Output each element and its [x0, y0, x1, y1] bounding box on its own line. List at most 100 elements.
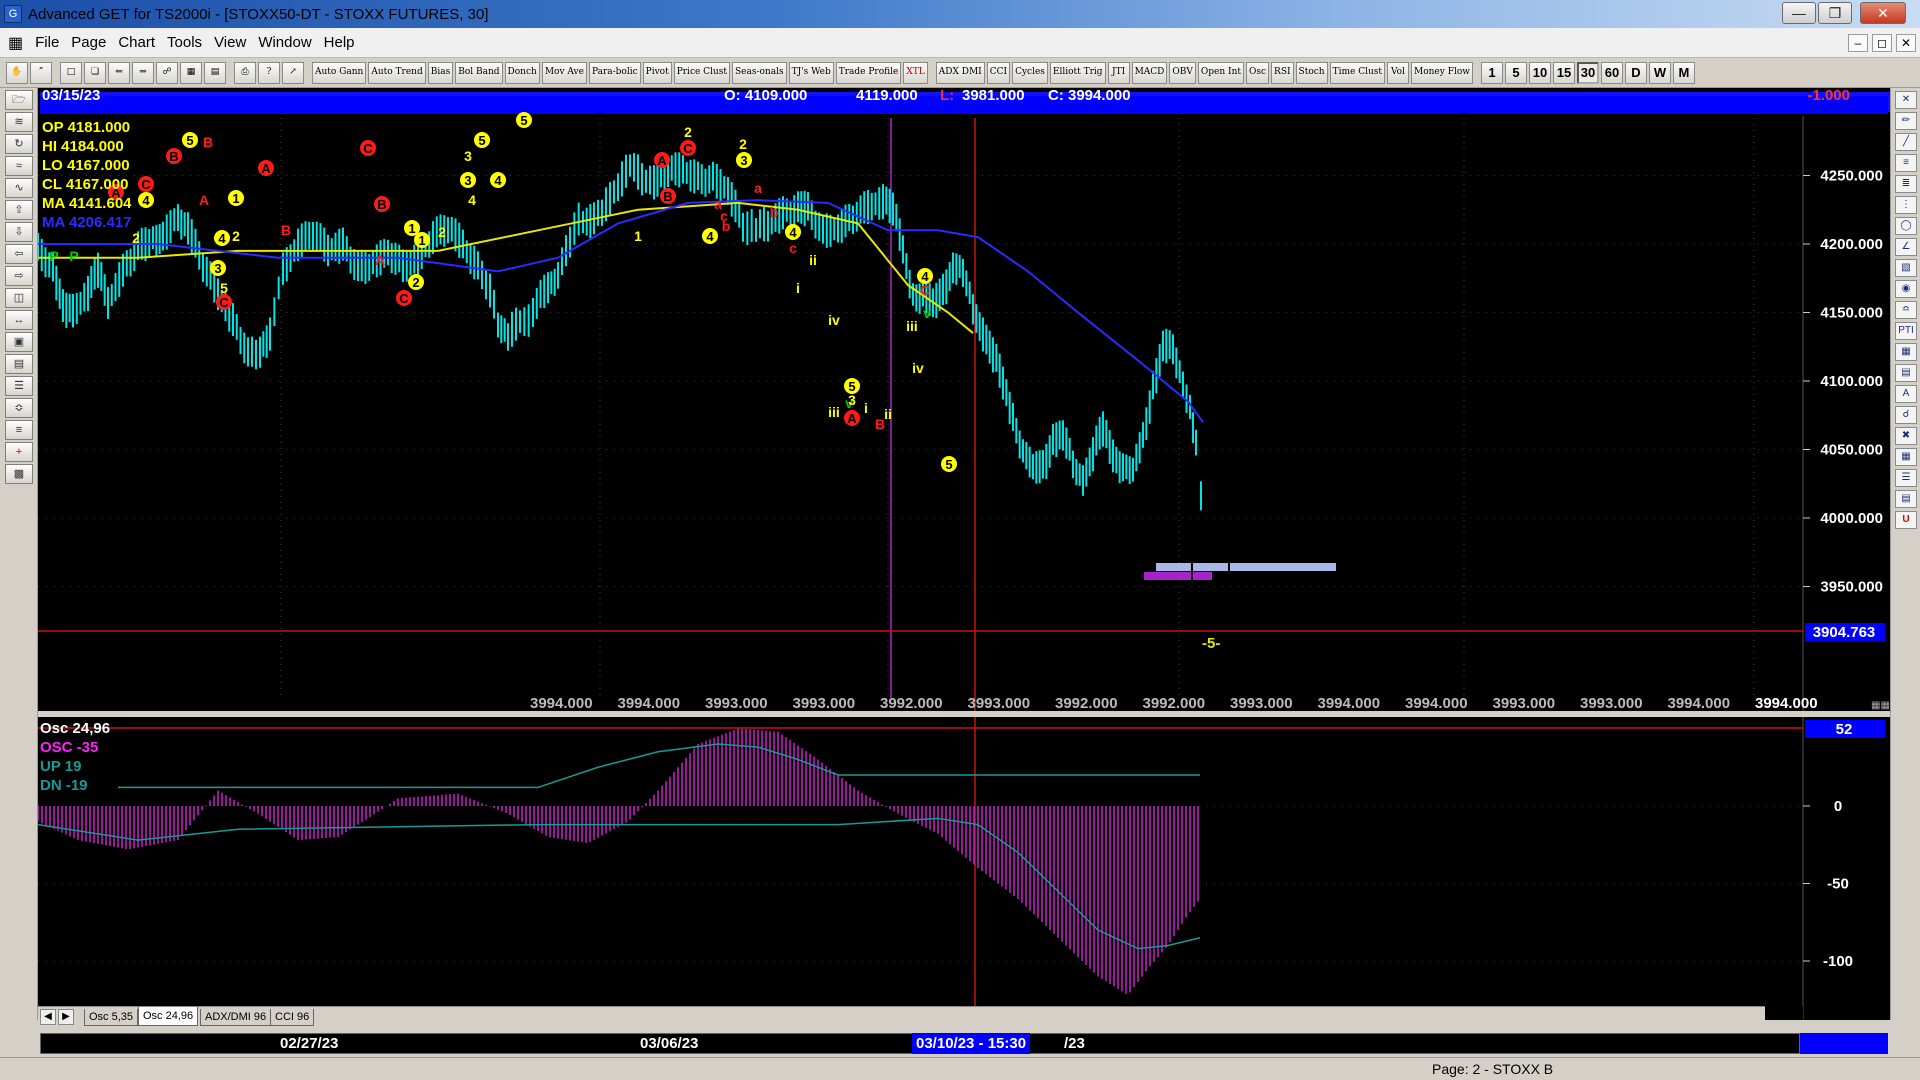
- period-daily[interactable]: D: [1624, 61, 1647, 84]
- split-icon[interactable]: ↔: [5, 310, 33, 330]
- tb-adx-dmi[interactable]: ADX DMI: [935, 61, 985, 84]
- menu-chart[interactable]: Chart: [118, 34, 155, 51]
- circle-tool-icon[interactable]: ◯: [1895, 217, 1917, 235]
- grid-lines-icon[interactable]: ▤: [5, 354, 33, 374]
- tb-tjs-web[interactable]: TJ's Web: [788, 61, 834, 84]
- reset-icon[interactable]: ↻: [5, 134, 33, 154]
- minimize-button[interactable]: —: [1782, 2, 1816, 24]
- menu-file[interactable]: File: [35, 34, 59, 51]
- pti-icon[interactable]: PTI: [1895, 322, 1917, 340]
- tb-auto-trend[interactable]: Auto Trend: [368, 61, 426, 84]
- tab-cci-96[interactable]: CCI 96: [270, 1009, 315, 1026]
- quote-tool-icon[interactable]: ”: [30, 61, 52, 84]
- menu-help[interactable]: Help: [324, 34, 355, 51]
- chart-area[interactable]: 03/15/23 O: 4109.000 4119.000 L: 3981.00…: [37, 87, 1892, 1024]
- period-1[interactable]: 1: [1480, 61, 1503, 84]
- tab-scroll-right[interactable]: ▶: [58, 1009, 74, 1025]
- bars-icon[interactable]: ◫: [5, 288, 33, 308]
- fib-icon[interactable]: ≡: [5, 420, 33, 440]
- line-tool-icon[interactable]: ╱: [1895, 133, 1917, 151]
- tb-price-clust[interactable]: Price Clust: [673, 61, 730, 84]
- tab-osc-5-35[interactable]: Osc 5,35: [84, 1009, 139, 1026]
- period-5[interactable]: 5: [1504, 61, 1527, 84]
- mdi-minimize-button[interactable]: –: [1848, 34, 1868, 52]
- ellipse-tool-icon[interactable]: ◉: [1895, 280, 1917, 298]
- tab-adx-dmi-96[interactable]: ADX/DMI 96: [200, 1009, 272, 1026]
- tb-rsi[interactable]: RSI: [1271, 61, 1294, 84]
- fan-tool-icon[interactable]: ∠: [1895, 238, 1917, 256]
- period-30[interactable]: 30: [1576, 61, 1599, 84]
- tab-osc-24-96[interactable]: Osc 24,96: [138, 1007, 199, 1026]
- tb-vol[interactable]: Vol: [1387, 61, 1409, 84]
- tb-mov-ave[interactable]: Mov Ave: [541, 61, 587, 84]
- tb-trade-profile[interactable]: Trade Profile: [835, 61, 902, 84]
- tb-jti[interactable]: JTI: [1107, 61, 1130, 84]
- fib-ret-icon[interactable]: ≡: [1895, 154, 1917, 172]
- fib-ext-icon[interactable]: ≣: [1895, 175, 1917, 193]
- tb-cci[interactable]: CCI: [986, 61, 1011, 84]
- period-monthly[interactable]: M: [1672, 61, 1695, 84]
- copy-icon[interactable]: ❏: [84, 61, 106, 84]
- forward-icon[interactable]: ⇒: [132, 61, 154, 84]
- arrow-right-icon[interactable]: ⇨: [5, 266, 33, 286]
- tb-xtl[interactable]: XTL: [903, 61, 928, 84]
- gann-icon[interactable]: ≎: [5, 398, 33, 418]
- zoom-icon[interactable]: ▣: [5, 332, 33, 352]
- text-tool-icon[interactable]: A: [1895, 385, 1917, 403]
- period-15[interactable]: 15: [1552, 61, 1575, 84]
- new-page-icon[interactable]: □: [60, 61, 82, 84]
- period-10[interactable]: 10: [1528, 61, 1551, 84]
- tab-scroll-left[interactable]: ◀: [40, 1009, 56, 1025]
- open-folder-icon[interactable]: 🗁: [5, 90, 33, 110]
- gann-fan-icon[interactable]: ≏: [1895, 301, 1917, 319]
- tb-donch[interactable]: Donch: [504, 61, 540, 84]
- pencil-tool-icon[interactable]: ✏: [1895, 112, 1917, 130]
- mob-tool-icon[interactable]: ▤: [1895, 364, 1917, 382]
- close-button[interactable]: ✕: [1860, 2, 1906, 24]
- table-tool-icon[interactable]: ▦: [1895, 448, 1917, 466]
- eraser-icon[interactable]: ✖: [1895, 427, 1917, 445]
- study-icon[interactable]: ≈: [5, 156, 33, 176]
- tb-elliott-trig[interactable]: Elliott Trig: [1049, 61, 1106, 84]
- undo-icon[interactable]: U: [1895, 511, 1917, 529]
- lines-icon[interactable]: ☰: [5, 376, 33, 396]
- period-weekly[interactable]: W: [1648, 61, 1671, 84]
- maximize-button[interactable]: ❐: [1818, 2, 1852, 24]
- tb-stoch[interactable]: Stoch: [1295, 61, 1328, 84]
- elliott-wave-icon[interactable]: ≋: [5, 112, 33, 132]
- arrow-left-icon[interactable]: ⇦: [5, 244, 33, 264]
- hand-tool-icon[interactable]: ✋: [6, 61, 28, 84]
- period-60[interactable]: 60: [1600, 61, 1623, 84]
- elliott-icon[interactable]: ∿: [5, 178, 33, 198]
- back-icon[interactable]: ⇐: [108, 61, 130, 84]
- link-icon[interactable]: ☍: [156, 61, 178, 84]
- grid-tool-icon[interactable]: ▦: [1895, 343, 1917, 361]
- table-icon[interactable]: ▤: [204, 61, 226, 84]
- tb-bol-band[interactable]: Bol Band: [455, 61, 503, 84]
- tb-macd[interactable]: MACD: [1131, 61, 1168, 84]
- tb-open-int[interactable]: Open Int: [1197, 61, 1244, 84]
- menu-view[interactable]: View: [214, 34, 246, 51]
- scale-icon[interactable]: ▦▦: [1871, 700, 1890, 711]
- tb-auto-gann[interactable]: Auto Gann: [312, 61, 367, 84]
- magnifier-icon[interactable]: ☌: [1895, 406, 1917, 424]
- arrow-up-icon[interactable]: ⇧: [5, 200, 33, 220]
- print-icon[interactable]: ⎙: [234, 61, 256, 84]
- menu-tools[interactable]: Tools: [167, 34, 202, 51]
- help-icon[interactable]: ?: [258, 61, 280, 84]
- cross-tool-icon[interactable]: ✕: [1895, 91, 1917, 109]
- menu-page[interactable]: Page: [71, 34, 106, 51]
- page-tool-icon[interactable]: ▤: [1895, 490, 1917, 508]
- crosshair-icon[interactable]: +: [5, 442, 33, 462]
- tb-time-clust[interactable]: Time Clust: [1329, 61, 1385, 84]
- fib-time-icon[interactable]: ⋮: [1895, 196, 1917, 214]
- context-help-icon[interactable]: ↗: [282, 61, 304, 84]
- tb-money-flow[interactable]: Money Flow: [1411, 61, 1473, 84]
- mdi-close-button[interactable]: ✕: [1896, 34, 1916, 52]
- tb-pivot[interactable]: Pivot: [642, 61, 672, 84]
- channel-tool-icon[interactable]: ▧: [1895, 259, 1917, 277]
- list-tool-icon[interactable]: ☰: [1895, 469, 1917, 487]
- tb-bias[interactable]: Bias: [427, 61, 454, 84]
- tb-parabolic[interactable]: Para-bolic: [588, 61, 641, 84]
- tb-cycles[interactable]: Cycles: [1012, 61, 1048, 84]
